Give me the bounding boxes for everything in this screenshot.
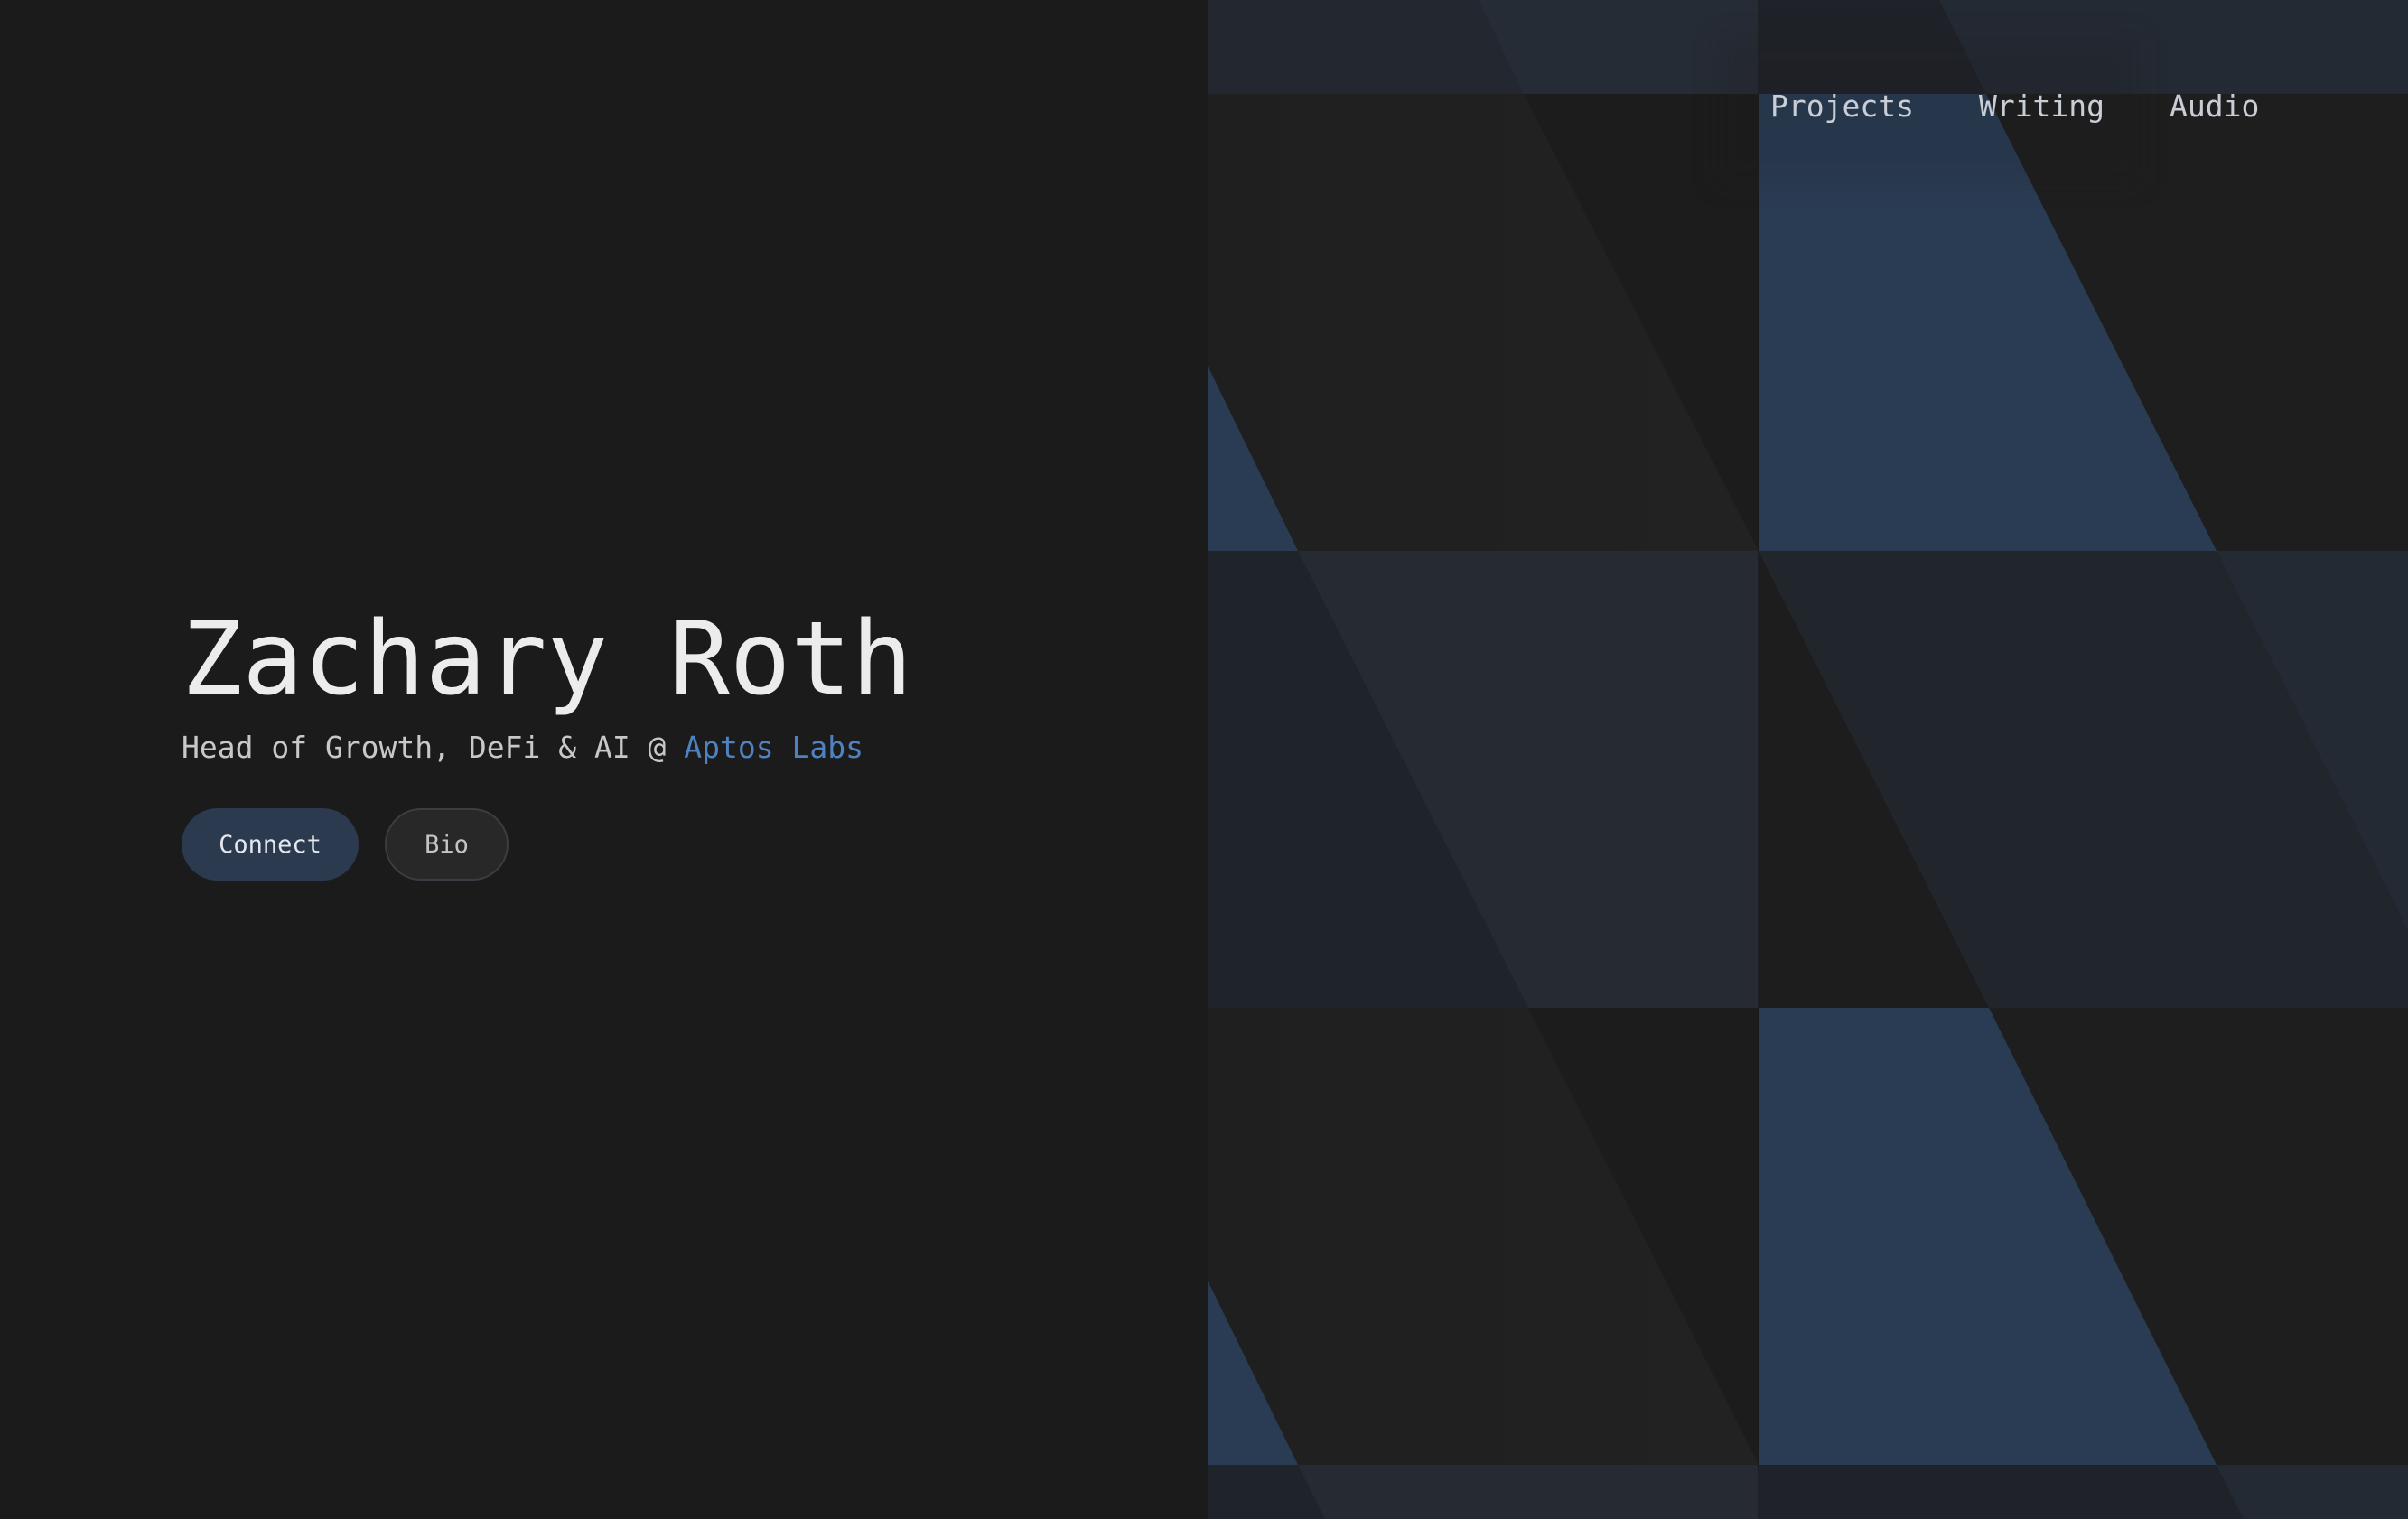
hero-name: Zachary Roth	[182, 601, 913, 718]
bio-button[interactable]: Bio	[385, 808, 509, 881]
hero-buttons: Connect Bio	[182, 808, 912, 881]
top-nav: Projects Writing Audio	[1770, 87, 2259, 126]
hero-section: Zachary Roth Head of Growth, DeFi & AI @…	[182, 596, 912, 881]
nav-link-writing[interactable]: Writing	[1979, 87, 2105, 126]
hero-tagline: Head of Growth, DeFi & AI @ Aptos Labs	[182, 728, 912, 768]
decorative-pattern-panel	[1208, 0, 2408, 1519]
company-link[interactable]: Aptos Labs	[684, 730, 863, 765]
nav-link-projects[interactable]: Projects	[1770, 87, 1914, 126]
nav-link-audio[interactable]: Audio	[2170, 87, 2259, 126]
connect-button[interactable]: Connect	[182, 808, 359, 881]
geometric-pattern-graphic	[1208, 0, 2408, 1519]
tagline-role: Head of Growth, DeFi & AI @	[182, 730, 685, 765]
